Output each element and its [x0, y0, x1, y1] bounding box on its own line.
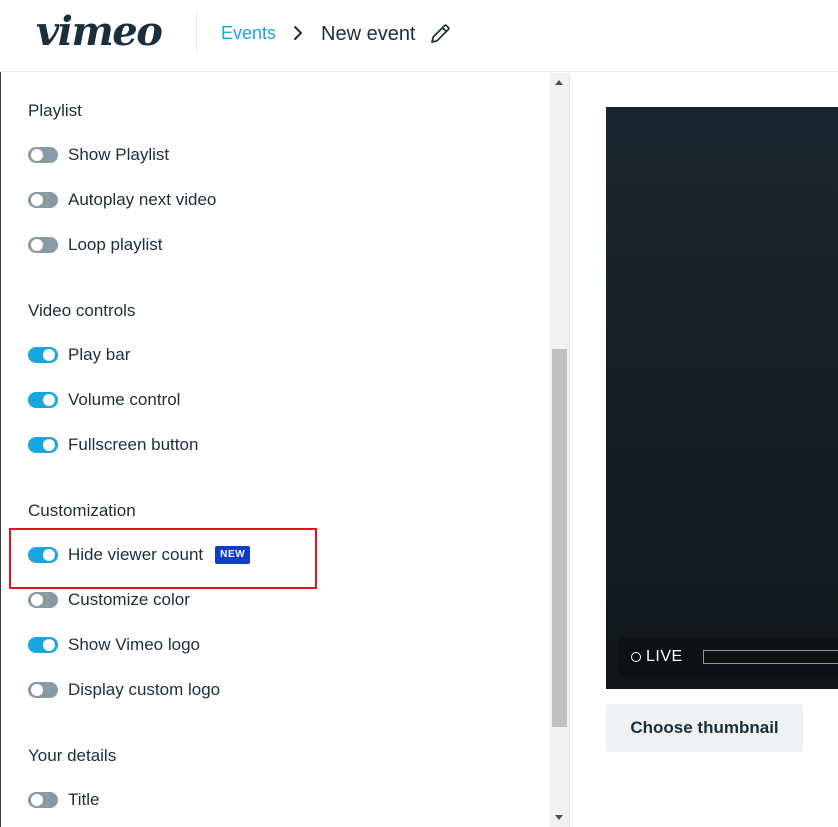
settings-panel: Playlist Show Playlist Autoplay next vid…	[1, 73, 550, 827]
toggle-label: Customize color	[68, 590, 190, 609]
toggle-row-title[interactable]: Title	[28, 788, 100, 812]
top-header: vimeo Events New event	[0, 0, 838, 72]
toggle-row-customize-color[interactable]: Customize color	[28, 588, 190, 612]
choose-thumbnail-button[interactable]: Choose thumbnail	[606, 704, 803, 752]
toggle-row-play-bar[interactable]: Play bar	[28, 343, 130, 367]
toggle-switch[interactable]	[28, 192, 58, 208]
player-controls-bar: LIVE	[619, 637, 838, 677]
toggle-row-show-playlist[interactable]: Show Playlist	[28, 143, 169, 167]
highlight-annotation-box	[9, 528, 317, 589]
toggle-label: Fullscreen button	[68, 435, 199, 454]
live-label: LIVE	[646, 648, 683, 665]
toggle-label: Show Playlist	[68, 145, 170, 164]
vimeo-logo[interactable]: vimeo	[36, 10, 163, 54]
header-divider	[196, 12, 197, 52]
toggle-row-fullscreen-button[interactable]: Fullscreen button	[28, 433, 198, 457]
section-title-customization: Customization	[28, 501, 136, 520]
toggle-label: Autoplay next video	[68, 190, 217, 209]
scroll-up-arrow-icon[interactable]	[555, 80, 563, 85]
toggle-label: Play bar	[68, 345, 131, 364]
live-indicator-icon	[631, 652, 641, 662]
chevron-right-icon	[294, 26, 302, 40]
scrollbar-thumb[interactable]	[552, 349, 567, 727]
breadcrumb-events-link[interactable]: Events	[221, 23, 276, 44]
panel-scrollbar[interactable]	[550, 73, 569, 827]
video-preview[interactable]: LIVE	[606, 107, 838, 689]
scroll-down-arrow-icon[interactable]	[555, 815, 563, 820]
section-title-video-controls: Video controls	[28, 301, 136, 320]
toggle-row-display-custom-logo[interactable]: Display custom logo	[28, 678, 220, 702]
toggle-switch[interactable]	[28, 237, 58, 253]
toggle-switch[interactable]	[28, 437, 58, 453]
toggle-row-loop-playlist[interactable]: Loop playlist	[28, 233, 163, 257]
toggle-switch[interactable]	[28, 392, 58, 408]
toggle-switch[interactable]	[28, 792, 58, 808]
toggle-label: Title	[68, 790, 100, 809]
toggle-row-autoplay-next-video[interactable]: Autoplay next video	[28, 188, 216, 212]
toggle-switch[interactable]	[28, 347, 58, 363]
play-progress-bar[interactable]	[703, 650, 838, 664]
toggle-switch[interactable]	[28, 637, 58, 653]
preview-divider	[569, 73, 570, 827]
section-title-your-details: Your details	[28, 746, 117, 765]
toggle-switch[interactable]	[28, 682, 58, 698]
toggle-switch[interactable]	[28, 147, 58, 163]
toggle-label: Display custom logo	[68, 680, 221, 699]
toggle-label: Show Vimeo logo	[68, 635, 200, 654]
toggle-label: Volume control	[68, 390, 181, 409]
pencil-icon[interactable]	[428, 22, 452, 46]
toggle-label: Loop playlist	[68, 235, 163, 254]
toggle-row-volume-control[interactable]: Volume control	[28, 388, 180, 412]
breadcrumb-current-event: New event	[321, 23, 416, 45]
toggle-switch[interactable]	[28, 592, 58, 608]
toggle-row-show-vimeo-logo[interactable]: Show Vimeo logo	[28, 633, 200, 657]
section-title-playlist: Playlist	[28, 101, 82, 120]
